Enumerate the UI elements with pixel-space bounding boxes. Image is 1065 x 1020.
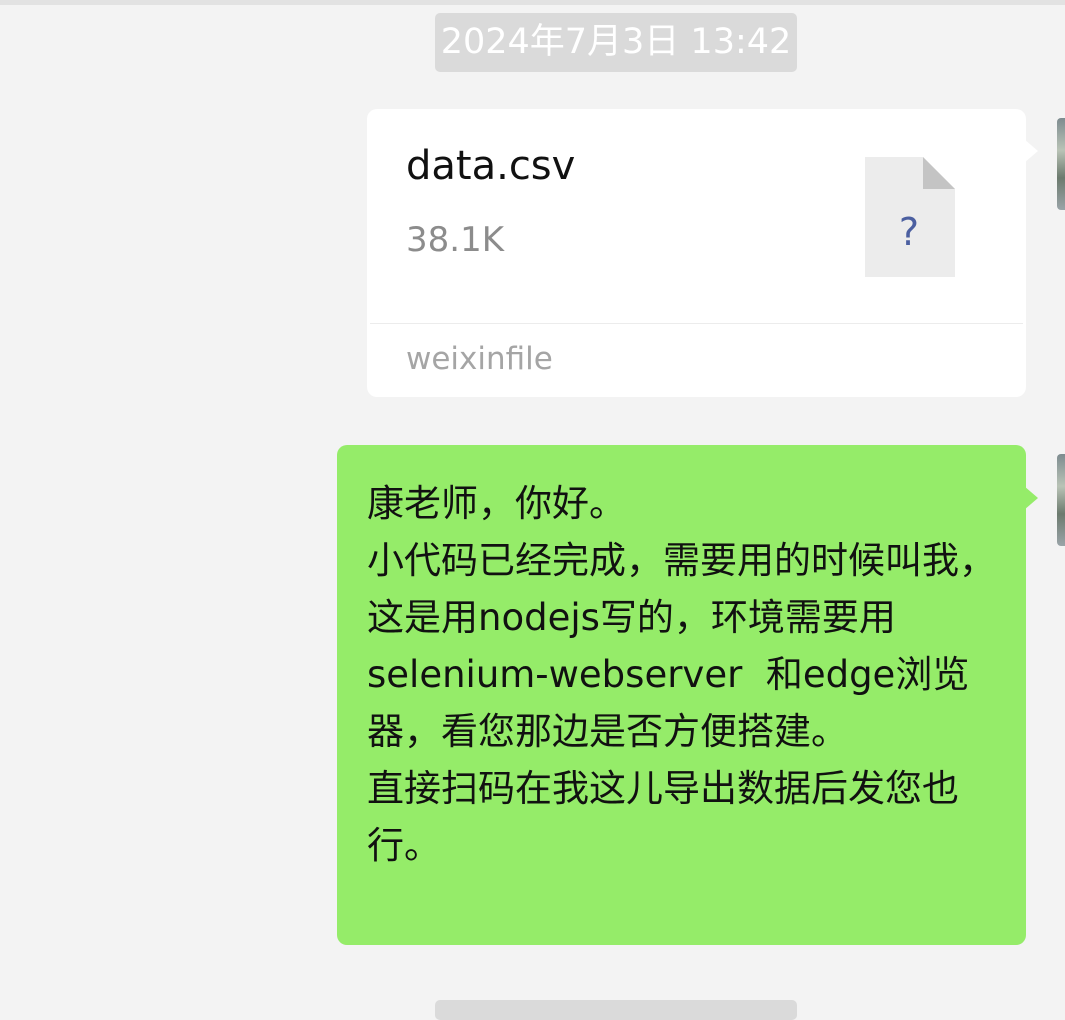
file-source-label: weixinfile bbox=[406, 341, 553, 377]
outgoing-message-bubble[interactable]: 康老师，你好。 小代码已经完成，需要用的时候叫我，这是用nodejs写的，环境需… bbox=[337, 445, 1026, 945]
message-text: 康老师，你好。 小代码已经完成，需要用的时候叫我，这是用nodejs写的，环境需… bbox=[367, 482, 996, 867]
file-name: data.csv bbox=[406, 143, 576, 189]
file-icon-glyph: ? bbox=[899, 210, 919, 254]
message-bubble-pointer bbox=[1024, 486, 1038, 510]
avatar[interactable] bbox=[1057, 118, 1065, 210]
next-timestamp-partial bbox=[435, 1000, 797, 1020]
top-divider bbox=[0, 0, 1065, 5]
file-message-card[interactable]: data.csv 38.1K ? weixinfile bbox=[367, 109, 1026, 397]
avatar[interactable] bbox=[1057, 454, 1065, 546]
file-size: 38.1K bbox=[406, 220, 504, 260]
file-card-pointer bbox=[1024, 139, 1038, 163]
message-timestamp: 2024年7月3日 13:42 bbox=[435, 13, 797, 72]
file-unknown-icon: ? bbox=[865, 157, 955, 277]
file-card-divider bbox=[370, 323, 1023, 324]
